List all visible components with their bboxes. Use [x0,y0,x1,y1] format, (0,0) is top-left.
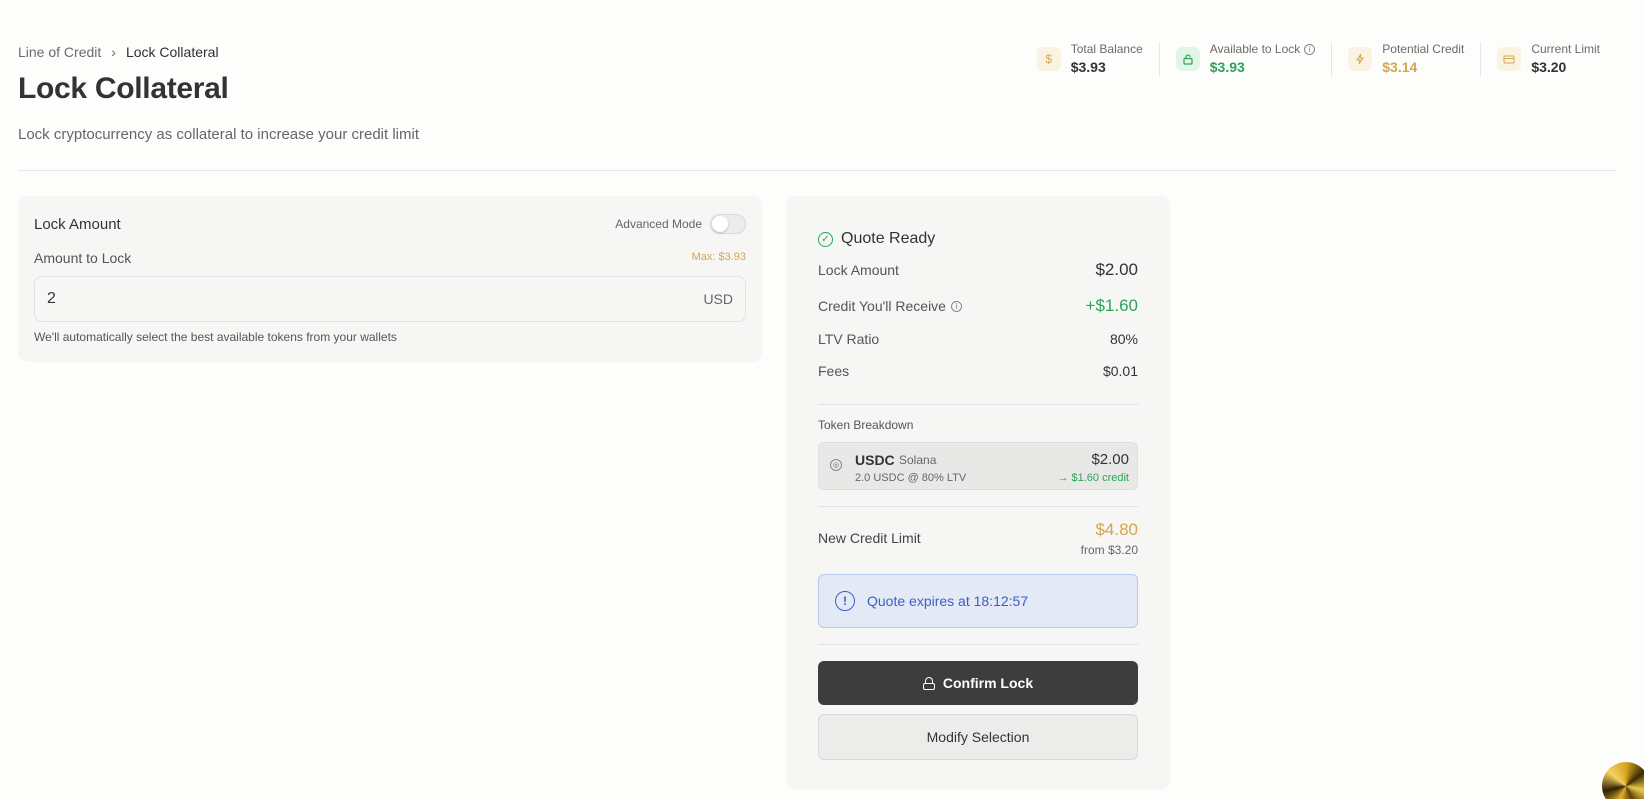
credit-value: +$1.60 [1085,296,1138,315]
new-credit-limit-label: New Credit Limit [818,530,921,546]
new-credit-limit-value: $4.80 [1095,520,1138,539]
stat-value: $3.93 [1209,59,1245,75]
lock-amount-value: $2.00 [1095,260,1138,279]
quote-row-credit: Credit You'll Receive i +$1.60 [818,296,1138,316]
quote-divider [818,506,1138,507]
stat-label-row: Available to Lock i [1210,42,1316,57]
quote-panel: ✓ Quote Ready Lock Amount $2.00 Credit Y… [786,196,1170,790]
card-icon [1497,47,1522,71]
stat-current-limit: Current Limit $3.20 [1480,42,1616,76]
credit-label: Credit You'll Receive [818,298,946,314]
stat-value: $3.14 [1382,59,1418,75]
modify-selection-button[interactable]: Modify Selection [818,714,1138,760]
quote-expiry-text: Quote expires at 18:12:57 [867,593,1029,609]
currency-unit: USD [703,291,733,307]
token-usd-value: $2.00 [1091,451,1129,468]
card-icon-svg [1503,55,1515,64]
usdc-token-icon: ◎ [830,459,842,471]
stat-label: Total Balance [1070,42,1143,56]
fees-value: $0.01 [1102,363,1138,379]
amount-field[interactable]: USD [34,276,746,322]
credit-label-wrap: Credit You'll Receive i [818,298,962,314]
info-icon[interactable]: i [950,300,962,312]
lock-amount-title: Lock Amount [34,216,121,233]
stat-potential-credit: Potential Credit $3.14 [1331,42,1480,76]
dollar-icon: $ [1036,47,1061,71]
confirm-lock-label: Confirm Lock [942,675,1034,691]
alert-circle-icon: ! [835,591,855,611]
quote-row-fees: Fees $0.01 [818,363,1138,379]
avatar[interactable] [1602,762,1644,799]
advanced-mode: Advanced Mode [615,214,746,234]
chevron-right-icon: › [111,44,116,60]
header-divider [18,170,1616,171]
max-amount-link[interactable]: Max: $3.93 [692,251,746,263]
breadcrumb-line-of-credit[interactable]: Line of Credit [18,44,101,60]
stat-total-balance: $ Total Balance $3.93 [1021,42,1159,76]
lock-icon [1175,47,1200,71]
amount-to-lock-label: Amount to Lock [34,250,132,266]
quote-divider [818,644,1138,645]
check-circle-icon: ✓ [818,231,833,247]
lock-icon-svg [1183,54,1193,65]
balance-stats: $ Total Balance $3.93 Available to Lock … [1021,42,1616,76]
token-symbol: USDC [855,452,895,468]
quote-divider [818,404,1138,405]
new-credit-limit-from: from $3.20 [1080,543,1138,557]
amount-input[interactable] [47,290,704,308]
lightning-icon-svg [1356,53,1365,65]
quote-row-ltv: LTV Ratio 80% [818,331,1138,347]
stat-label: Potential Credit [1382,42,1465,56]
lightning-icon [1348,47,1373,71]
quote-row-lock-amount: Lock Amount $2.00 [818,260,1138,280]
quote-header: ✓ Quote Ready [818,230,935,248]
stat-label: Available to Lock [1209,42,1301,56]
dollar-glyph: $ [1045,52,1053,66]
page-subtitle: Lock cryptocurrency as collateral to inc… [18,126,419,143]
quote-title: Quote Ready [841,230,936,247]
info-icon[interactable]: i [1304,44,1316,55]
stat-label: Current Limit [1531,42,1600,56]
breadcrumb-current: Lock Collateral [125,44,219,60]
lock-amount-card: Lock Amount Advanced Mode Amount to Lock… [18,196,762,362]
token-breakdown-title: Token Breakdown [818,418,914,432]
ltv-value: 80% [1109,331,1138,347]
stat-available-to-lock: Available to Lock i $3.93 [1158,42,1332,76]
stat-value: $3.93 [1070,59,1106,75]
advanced-mode-toggle[interactable] [710,214,746,234]
lock-icon [922,676,935,690]
ltv-label: LTV Ratio [818,331,880,347]
breadcrumb: Line of Credit › Lock Collateral [18,44,219,60]
token-breakdown-item: ◎ USDC Solana 2.0 USDC @ 80% LTV $2.00 →… [818,442,1138,490]
token-detail: 2.0 USDC @ 80% LTV [855,472,967,484]
fees-label: Fees [818,363,850,379]
stat-value: $3.20 [1531,59,1567,75]
token-chain: Solana [899,453,937,467]
page-title: Lock Collateral [18,72,229,105]
lock-amount-label: Lock Amount [818,262,899,278]
token-credit-value: → $1.60 credit [1057,472,1129,484]
auto-select-hint: We'll automatically select the best avai… [34,330,397,344]
confirm-lock-button[interactable]: Confirm Lock [818,661,1138,705]
advanced-mode-label: Advanced Mode [615,217,702,231]
quote-expiry-alert: ! Quote expires at 18:12:57 [818,574,1138,628]
